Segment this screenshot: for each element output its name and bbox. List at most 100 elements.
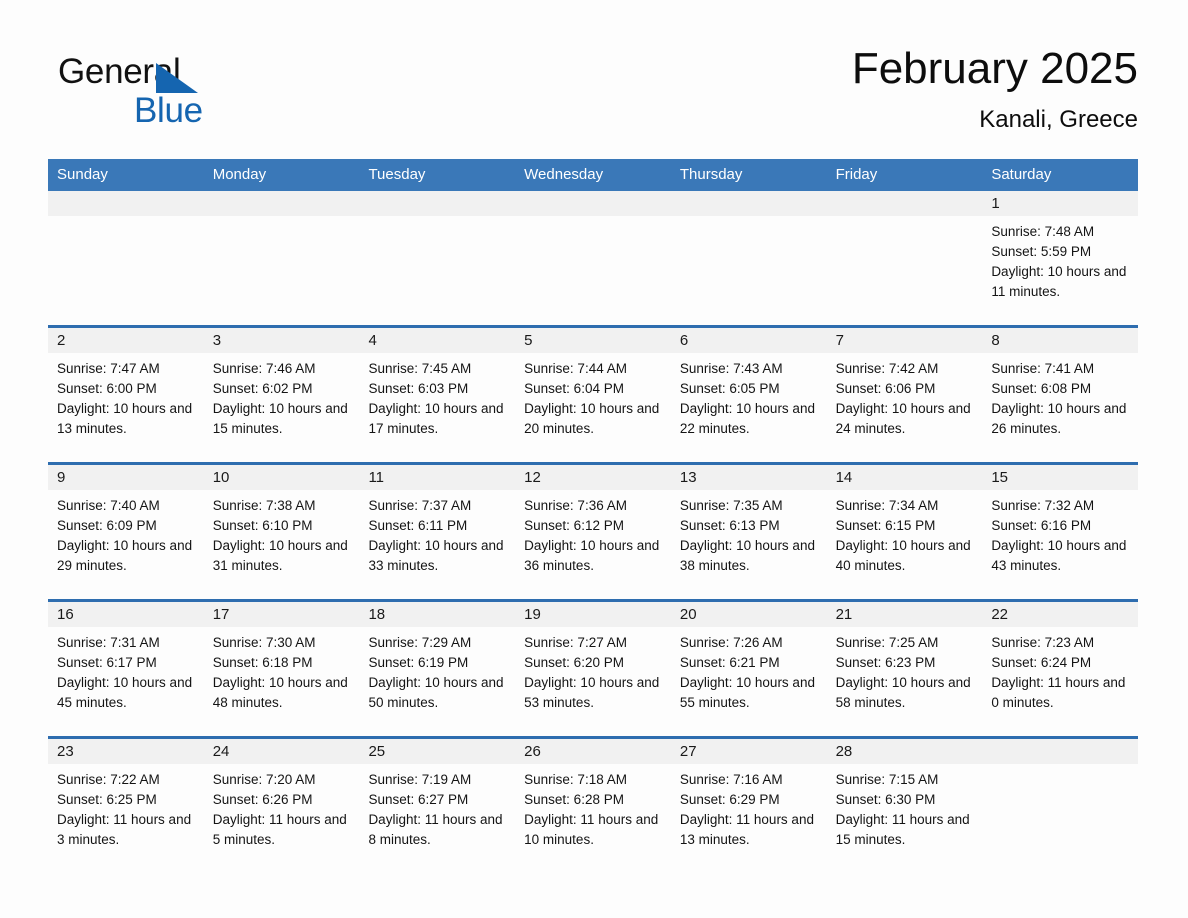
- day-details: Sunrise: 7:40 AM Sunset: 6:09 PM Daylight:…: [48, 490, 204, 576]
- day-number: [515, 191, 671, 216]
- calendar-day-cell[interactable]: 27 Sunrise: 7:16 AM Sunset: 6:29 PM Dayligh…: [670, 739, 827, 863]
- day-details: Sunrise: 7:30 AM Sunset: 6:18 PM Daylight:…: [204, 627, 360, 713]
- calendar-day-cell[interactable]: 14 Sunrise: 7:34 AM Sunset: 6:15 PM Dayligh…: [826, 465, 983, 589]
- sunset-text: Sunset: 6:20 PM: [524, 655, 624, 670]
- week-days: 23 Sunrise: 7:22 AM Sunset: 6:25 PM Dayligh…: [48, 739, 1139, 863]
- sunrise-text: Sunrise: 7:38 AM: [212, 498, 316, 513]
- sunrise-text: Sunrise: 7:35 AM: [679, 498, 783, 513]
- week-days: 9 Sunrise: 7:40 AM Sunset: 6:09 PM Daylight…: [48, 465, 1139, 589]
- calendar-day-cell[interactable]: 17 Sunrise: 7:30 AM Sunset: 6:18 PM Dayligh…: [203, 602, 360, 726]
- calendar-day-cell[interactable]: 1 Sunrise: 7:48 AM Sunset: 5:59 PM Daylight…: [982, 191, 1139, 315]
- day-number: 27: [670, 739, 827, 764]
- sunrise-text: Sunrise: 7:25 AM: [835, 635, 939, 650]
- daylight-text: Daylight: 10 hours and 29 minutes.: [57, 538, 193, 573]
- sunset-text: Sunset: 5:59 PM: [991, 244, 1092, 259]
- calendar-day-cell[interactable]: 10 Sunrise: 7:38 AM Sunset: 6:10 PM Dayligh…: [203, 465, 360, 589]
- daylight-text: Daylight: 10 hours and 17 minutes.: [368, 401, 504, 436]
- sunset-text: Sunset: 6:13 PM: [679, 518, 780, 533]
- calendar-day-cell[interactable]: 4 Sunrise: 7:45 AM Sunset: 6:03 PM Daylight…: [359, 328, 516, 452]
- day-number: 23: [48, 739, 204, 764]
- sunrise-text: Sunrise: 7:27 AM: [524, 635, 627, 650]
- sunset-text: Sunset: 6:24 PM: [991, 655, 1092, 670]
- calendar-day-cell[interactable]: 25 Sunrise: 7:19 AM Sunset: 6:27 PM Dayligh…: [359, 739, 516, 863]
- calendar-day-cell[interactable]: 24 Sunrise: 7:20 AM Sunset: 6:26 PM Dayligh…: [203, 739, 360, 863]
- daylight-text: Daylight: 10 hours and 50 minutes.: [368, 675, 504, 710]
- calendar-day-cell[interactable]: 11 Sunrise: 7:37 AM Sunset: 6:11 PM Dayligh…: [359, 465, 516, 589]
- page-subtitle-location: Kanali, Greece: [979, 106, 1138, 133]
- day-details: Sunrise: 7:42 AM Sunset: 6:06 PM Daylight:…: [827, 353, 983, 439]
- calendar-day-cell[interactable]: 7 Sunrise: 7:42 AM Sunset: 6:06 PM Daylight…: [826, 328, 983, 452]
- calendar-day-cell[interactable]: 9 Sunrise: 7:40 AM Sunset: 6:09 PM Daylight…: [48, 465, 204, 589]
- sunset-text: Sunset: 6:16 PM: [991, 518, 1092, 533]
- calendar-day-cell[interactable]: 15 Sunrise: 7:32 AM Sunset: 6:16 PM Dayligh…: [982, 465, 1139, 589]
- calendar-day-cell[interactable]: 16 Sunrise: 7:31 AM Sunset: 6:17 PM Dayligh…: [48, 602, 204, 726]
- page-header: General Blue February 2025 Kanali, Greec…: [48, 42, 1138, 147]
- weekday-header-wednesday: Wednesday: [524, 166, 604, 183]
- sunset-text: Sunset: 6:17 PM: [57, 655, 157, 670]
- sunrise-text: Sunrise: 7:19 AM: [368, 772, 472, 787]
- daylight-text: Daylight: 10 hours and 38 minutes.: [679, 538, 815, 573]
- day-number: 14: [826, 465, 983, 490]
- day-number: 17: [203, 602, 360, 627]
- daylight-text: Daylight: 10 hours and 36 minutes.: [524, 538, 660, 573]
- day-details: Sunrise: 7:47 AM Sunset: 6:00 PM Daylight:…: [48, 353, 204, 439]
- daylight-text: Daylight: 11 hours and 0 minutes.: [991, 675, 1126, 710]
- calendar-day-cell[interactable]: 2 Sunrise: 7:47 AM Sunset: 6:00 PM Daylight…: [48, 328, 204, 452]
- day-details: Sunrise: 7:41 AM Sunset: 6:08 PM Daylight:…: [982, 353, 1138, 439]
- weekday-header-sunday: Sunday: [57, 166, 108, 183]
- sunset-text: Sunset: 6:02 PM: [212, 381, 313, 396]
- sunrise-text: Sunrise: 7:15 AM: [835, 772, 939, 787]
- sunset-text: Sunset: 6:27 PM: [368, 792, 469, 807]
- calendar-day-cell[interactable]: 6 Sunrise: 7:43 AM Sunset: 6:05 PM Daylight…: [670, 328, 827, 452]
- calendar-day-cell-empty: [48, 191, 204, 315]
- calendar-day-cell[interactable]: 8 Sunrise: 7:41 AM Sunset: 6:08 PM Daylight…: [982, 328, 1139, 452]
- calendar-day-cell[interactable]: 22 Sunrise: 7:23 AM Sunset: 6:24 PM Dayligh…: [982, 602, 1139, 726]
- calendar-day-cell[interactable]: 5 Sunrise: 7:44 AM Sunset: 6:04 PM Daylight…: [515, 328, 671, 452]
- daylight-text: Daylight: 11 hours and 3 minutes.: [57, 812, 192, 847]
- calendar-day-cell-empty: [359, 191, 516, 315]
- sunset-text: Sunset: 6:11 PM: [368, 518, 468, 533]
- calendar-day-cell[interactable]: 21 Sunrise: 7:25 AM Sunset: 6:23 PM Dayligh…: [826, 602, 983, 726]
- weekday-header-monday: Monday: [212, 166, 267, 183]
- day-details: Sunrise: 7:37 AM Sunset: 6:11 PM Daylight:…: [359, 490, 515, 576]
- sunset-text: Sunset: 6:10 PM: [212, 518, 313, 533]
- sunrise-text: Sunrise: 7:44 AM: [524, 361, 627, 376]
- day-number: 3: [203, 328, 360, 353]
- daylight-text: Daylight: 11 hours and 15 minutes.: [835, 812, 970, 847]
- day-details: Sunrise: 7:31 AM Sunset: 6:17 PM Daylight:…: [48, 627, 204, 713]
- daylight-text: Daylight: 10 hours and 40 minutes.: [835, 538, 971, 573]
- calendar-day-cell[interactable]: 12 Sunrise: 7:36 AM Sunset: 6:12 PM Dayligh…: [515, 465, 671, 589]
- sunset-text: Sunset: 6:21 PM: [679, 655, 780, 670]
- daylight-text: Daylight: 10 hours and 26 minutes.: [991, 401, 1127, 436]
- day-details: Sunrise: 7:18 AM Sunset: 6:28 PM Daylight:…: [515, 764, 671, 850]
- calendar-day-cell[interactable]: 23 Sunrise: 7:22 AM Sunset: 6:25 PM Dayligh…: [48, 739, 204, 863]
- daylight-text: Daylight: 10 hours and 55 minutes.: [679, 675, 815, 710]
- sunset-text: Sunset: 6:23 PM: [835, 655, 936, 670]
- calendar-day-cell[interactable]: 3 Sunrise: 7:46 AM Sunset: 6:02 PM Daylight…: [203, 328, 360, 452]
- day-number: 15: [982, 465, 1139, 490]
- day-details: Sunrise: 7:27 AM Sunset: 6:20 PM Daylight:…: [515, 627, 671, 713]
- calendar-day-cell[interactable]: 18 Sunrise: 7:29 AM Sunset: 6:19 PM Dayligh…: [359, 602, 516, 726]
- week-days: 2 Sunrise: 7:47 AM Sunset: 6:00 PM Daylight…: [48, 328, 1139, 452]
- calendar-day-cell[interactable]: 28 Sunrise: 7:15 AM Sunset: 6:30 PM Dayligh…: [826, 739, 983, 863]
- day-details: Sunrise: 7:46 AM Sunset: 6:02 PM Daylight:…: [204, 353, 360, 439]
- day-number: [826, 191, 983, 216]
- day-details: Sunrise: 7:43 AM Sunset: 6:05 PM Daylight:…: [671, 353, 827, 439]
- sunset-text: Sunset: 6:05 PM: [679, 381, 780, 396]
- generalblue-logo[interactable]: General Blue: [58, 52, 278, 138]
- daylight-text: Daylight: 10 hours and 33 minutes.: [368, 538, 504, 573]
- calendar-day-cell[interactable]: 20 Sunrise: 7:26 AM Sunset: 6:21 PM Dayligh…: [670, 602, 827, 726]
- day-number: 5: [515, 328, 671, 353]
- day-number: 4: [359, 328, 516, 353]
- day-details: Sunrise: 7:19 AM Sunset: 6:27 PM Daylight:…: [359, 764, 515, 850]
- sunrise-text: Sunrise: 7:30 AM: [212, 635, 316, 650]
- day-number: [982, 739, 1139, 764]
- daylight-text: Daylight: 11 hours and 5 minutes.: [212, 812, 347, 847]
- calendar-day-cell[interactable]: 26 Sunrise: 7:18 AM Sunset: 6:28 PM Dayligh…: [515, 739, 671, 863]
- calendar-day-cell[interactable]: 19 Sunrise: 7:27 AM Sunset: 6:20 PM Dayligh…: [515, 602, 671, 726]
- day-number: 20: [670, 602, 827, 627]
- day-number: [359, 191, 516, 216]
- calendar-day-cell[interactable]: 13 Sunrise: 7:35 AM Sunset: 6:13 PM Dayligh…: [670, 465, 827, 589]
- calendar-week-row: 2 Sunrise: 7:47 AM Sunset: 6:00 PM Daylight…: [48, 325, 1139, 452]
- page-title: February 2025: [851, 44, 1138, 93]
